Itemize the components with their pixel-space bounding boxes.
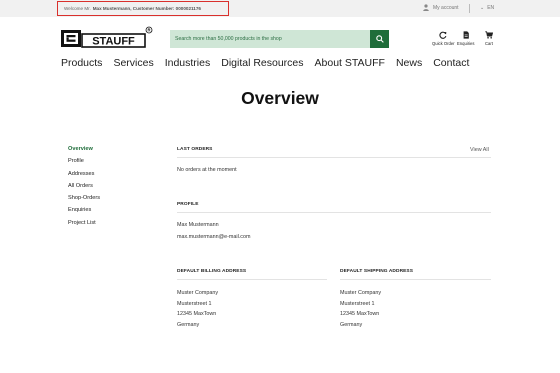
address-line: Germany <box>340 321 363 328</box>
nav-products[interactable]: Products <box>61 57 102 69</box>
my-account-label: My account <box>433 4 459 11</box>
billing-address: Muster Company Musterstreet 1 12345 MaxT… <box>177 288 218 330</box>
topbar-divider <box>469 4 470 13</box>
search-input[interactable]: Search more than 50,000 products in the … <box>170 30 370 48</box>
quick-order-label: Quick Order <box>432 41 455 46</box>
profile-email: max.mustermann@e-mail.com <box>177 234 251 240</box>
top-bar: Welcome Mr. Max Mustermann, Customer Num… <box>0 0 560 17</box>
nav-industries[interactable]: Industries <box>165 57 211 69</box>
section-divider <box>177 279 327 280</box>
enquiries-label: Enquiries <box>457 41 475 46</box>
sidebar-item-project-list[interactable]: Project List <box>68 219 100 231</box>
stauff-logo[interactable]: STAUFF R <box>61 26 153 50</box>
section-divider <box>340 279 491 280</box>
quick-order-icon <box>439 31 447 39</box>
main-navigation: Products Services Industries Digital Res… <box>61 57 480 69</box>
last-orders-heading: LAST ORDERS <box>177 147 213 152</box>
sidebar-item-profile[interactable]: Profile <box>68 157 100 169</box>
search-icon <box>375 35 384 43</box>
sidebar-item-all-orders[interactable]: All Orders <box>68 182 100 194</box>
user-icon <box>423 4 429 11</box>
cart-label: Cart <box>485 41 493 46</box>
nav-about-stauff[interactable]: About STAUFF <box>315 57 385 69</box>
nav-contact[interactable]: Contact <box>433 57 469 69</box>
address-line: Musterstreet 1 <box>340 300 375 307</box>
address-line: Musterstreet 1 <box>177 300 212 307</box>
shipping-address-heading: DEFAULT SHIPPING ADDRESS <box>340 269 414 274</box>
billing-address-heading: DEFAULT BILLING ADDRESS <box>177 269 247 274</box>
sidebar-item-overview[interactable]: Overview <box>68 145 100 157</box>
svg-text:R: R <box>147 28 150 33</box>
cart-icon <box>485 31 493 39</box>
document-icon <box>463 31 469 39</box>
sidebar-item-shop-orders[interactable]: Shop-Orders <box>68 194 100 206</box>
language-label: EN <box>487 5 495 11</box>
profile-name: Max Mustermann <box>177 222 219 228</box>
quick-order-button[interactable]: Quick Order <box>432 31 455 46</box>
welcome-prefix: Welcome Mr. <box>64 6 91 11</box>
address-line: 12345 MaxTown <box>177 311 217 317</box>
svg-text:STAUFF: STAUFF <box>92 36 135 48</box>
account-sidebar: Overview Profile Addresses All Orders Sh… <box>68 145 100 231</box>
section-divider <box>177 157 491 158</box>
nav-news[interactable]: News <box>396 57 422 69</box>
my-account-link[interactable]: My account <box>423 4 459 11</box>
page-title: Overview <box>241 88 319 108</box>
shipping-address: Muster Company Musterstreet 1 12345 MaxT… <box>340 288 381 330</box>
sidebar-item-addresses[interactable]: Addresses <box>68 170 100 182</box>
address-line: Germany <box>177 321 200 328</box>
enquiries-button[interactable]: Enquiries <box>457 31 474 46</box>
address-line: Muster Company <box>177 290 219 296</box>
section-divider <box>177 212 491 213</box>
welcome-message: Welcome Mr. Max Mustermann, Customer Num… <box>57 1 229 16</box>
cart-button[interactable]: Cart <box>485 31 493 46</box>
nav-services[interactable]: Services <box>113 57 153 69</box>
language-selector[interactable]: ⌄ EN <box>480 5 494 11</box>
address-line: 12345 MaxTown <box>340 311 380 317</box>
address-line: Muster Company <box>340 290 382 296</box>
nav-digital-resources[interactable]: Digital Resources <box>221 57 303 69</box>
profile-heading: PROFILE <box>177 202 199 207</box>
sidebar-item-enquiries[interactable]: Enquiries <box>68 206 100 218</box>
welcome-customer-name: Max Mustermann, Customer Number: 0000021… <box>92 6 201 11</box>
search-button[interactable] <box>370 30 389 48</box>
no-orders-message: No orders at the moment <box>177 167 237 173</box>
chevron-down-icon: ⌄ <box>480 5 485 11</box>
search-placeholder: Search more than 50,000 products in the … <box>175 36 282 42</box>
view-all-link[interactable]: View All <box>470 147 489 153</box>
